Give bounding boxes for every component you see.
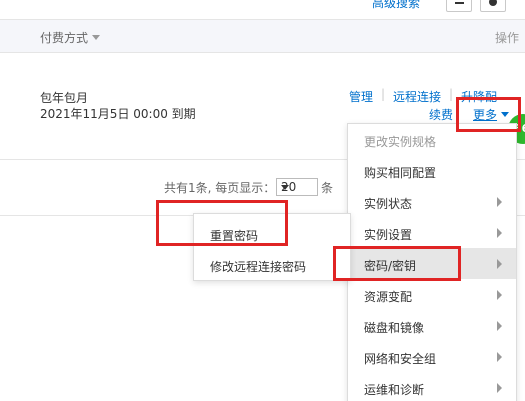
manage-link[interactable]: 管理 <box>349 88 373 105</box>
highlight-box-password-key <box>333 246 461 281</box>
chevron-right-icon <box>497 383 502 393</box>
chevron-down-icon <box>281 185 289 190</box>
remote-connect-link[interactable]: 远程连接 <box>393 88 441 105</box>
pay-type-value: 包年包月 <box>40 91 89 105</box>
link-separator: | <box>449 87 454 101</box>
pay-type-column-header[interactable]: 付费方式 <box>40 29 101 46</box>
menu-item-label: 购买相同配置 <box>364 166 437 180</box>
collapse-button[interactable] <box>446 0 472 12</box>
menu-item-network-security[interactable]: 网络和安全组 <box>348 341 516 372</box>
submenu-item-change-remote-password[interactable]: 修改远程连接密码 <box>194 248 350 279</box>
pagination-summary: 共有1条, 每页显示： <box>164 181 276 195</box>
top-toolbar: 高级搜索 <box>0 0 525 14</box>
advanced-search-link[interactable]: 高级搜索 <box>372 0 420 11</box>
page-size-select[interactable]: 20 <box>276 178 318 196</box>
menu-item-instance-status[interactable]: 实例状态 <box>348 186 516 217</box>
menu-item-label: 实例状态 <box>364 197 413 211</box>
highlight-box-more <box>456 97 521 132</box>
settings-button[interactable] <box>480 0 506 12</box>
pagination-unit: 条 <box>321 181 334 195</box>
chevron-right-icon <box>497 321 502 331</box>
chevron-down-icon <box>92 35 101 40</box>
gear-icon <box>489 0 497 6</box>
menu-item-label: 磁盘和镜像 <box>364 321 425 335</box>
menu-item-label: 运维和诊断 <box>364 383 425 397</box>
menu-item-label: 资源变配 <box>364 290 413 304</box>
minus-icon <box>455 2 464 4</box>
chevron-right-icon <box>497 228 502 238</box>
highlight-box-reset-password <box>156 200 288 246</box>
menu-item-label: 实例设置 <box>364 228 413 242</box>
chevron-right-icon <box>497 197 502 207</box>
table-header: 付费方式 操作 <box>0 19 525 53</box>
menu-item-resource-change[interactable]: 资源变配 <box>348 279 516 310</box>
chevron-right-icon <box>497 352 502 362</box>
menu-item-instance-settings[interactable]: 实例设置 <box>348 217 516 248</box>
menu-item-buy-same-config[interactable]: 购买相同配置 <box>348 155 516 186</box>
chevron-right-icon <box>497 259 502 269</box>
submenu-item-label: 修改远程连接密码 <box>210 260 307 274</box>
menu-item-label: 更改实例规格 <box>364 135 437 149</box>
menu-item-disk-image[interactable]: 磁盘和镜像 <box>348 310 516 341</box>
chevron-right-icon <box>497 290 502 300</box>
menu-item-label: 网络和安全组 <box>364 352 437 366</box>
expire-time: 2021年11月5日 00:00 到期 <box>40 107 196 121</box>
menu-item-ops-diagnosis[interactable]: 运维和诊断 <box>348 372 516 401</box>
renew-link[interactable]: 续费 <box>429 106 453 123</box>
link-separator: | <box>381 87 386 101</box>
pay-type-header-label: 付费方式 <box>40 31 89 45</box>
operations-column-header: 操作 <box>494 31 519 45</box>
